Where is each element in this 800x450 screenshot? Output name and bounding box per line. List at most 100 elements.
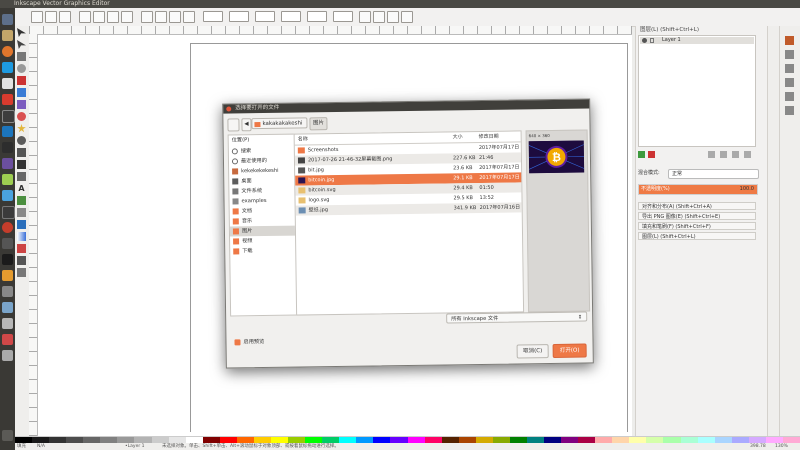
raise-icon[interactable] [155,11,167,23]
libreoffice-impress-launcher-icon[interactable] [2,126,13,137]
snap-guide-icon[interactable] [785,106,794,115]
align-distribute-panel[interactable]: 对齐和分布(A) (Shift+Ctrl+A) [638,202,756,210]
spiral-tool-icon[interactable] [17,136,26,145]
zoom-value[interactable]: 130% [775,443,788,450]
lower-to-bottom-icon[interactable] [183,11,195,23]
amazon-launcher-icon[interactable] [2,270,13,281]
app-launcher-icon[interactable] [2,350,13,361]
file-type-filter[interactable]: 所有 Inkscape 文件 ⇕ [446,311,588,324]
snap-toggle-icon[interactable] [785,36,794,45]
rotate-ccw-icon[interactable] [79,11,91,23]
selector-tool-icon[interactable] [17,28,26,37]
layer-top-icon[interactable] [708,151,715,158]
app-launcher-icon[interactable] [2,302,13,313]
node-tool-icon[interactable] [17,40,26,49]
scale-corners-icon[interactable] [373,11,385,23]
fill-stroke-panel[interactable]: 填充和笔刷(F) (Shift+Ctrl+F) [638,222,756,230]
move-gradients-icon[interactable] [387,11,399,23]
deselect-icon[interactable] [59,11,71,23]
calligraphy-tool-icon[interactable] [17,172,26,181]
snap-bbox-icon[interactable] [785,50,794,59]
app-launcher-icon[interactable] [2,286,13,297]
app-launcher-icon[interactable] [2,158,13,169]
move-patterns-icon[interactable] [401,11,413,23]
ellipse-tool-icon[interactable] [17,112,26,121]
path-current-button[interactable]: 图片 [309,117,328,131]
tweak-tool-icon[interactable] [17,52,26,61]
enable-preview-checkbox[interactable]: 启用预览 [234,338,264,346]
column-size[interactable]: 大小 [453,132,463,142]
lock-ratio-toggle[interactable] [281,11,301,22]
pencil-tool-icon[interactable] [17,148,26,157]
y-field[interactable] [229,11,249,22]
remove-layer-icon[interactable] [648,151,655,158]
mesh-tool-icon[interactable] [17,244,26,253]
units-select[interactable] [333,11,353,22]
app-launcher-icon[interactable] [2,222,13,233]
app-launcher-icon[interactable] [2,318,13,329]
rotate-cw-icon[interactable] [93,11,105,23]
flip-vertical-icon[interactable] [121,11,133,23]
flip-horizontal-icon[interactable] [107,11,119,23]
app-launcher-icon[interactable] [2,190,13,201]
add-layer-icon[interactable] [638,151,645,158]
app-launcher-icon[interactable] [2,94,13,105]
app-launcher-icon[interactable] [2,254,13,265]
app-launcher-icon[interactable] [2,174,13,185]
layer-row[interactable]: Layer 1 [640,37,754,44]
select-all-layers-icon[interactable] [45,11,57,23]
lock-icon[interactable] [650,38,654,43]
snap-paths-icon[interactable] [785,78,794,87]
current-layer[interactable]: •Layer 1 [125,443,145,450]
scale-stroke-icon[interactable] [359,11,371,23]
measure-tool-icon[interactable] [17,76,26,85]
inkscape-launcher-icon[interactable] [2,142,13,153]
gradient-tool-icon[interactable] [17,232,26,241]
layers-panel[interactable]: 图层(L) (Shift+Ctrl+L) [638,232,756,240]
app-launcher-icon[interactable] [2,334,13,345]
raise-to-top-icon[interactable] [141,11,153,23]
path-back-button[interactable]: ◀ [241,118,252,132]
text-tool-icon[interactable]: A [17,184,26,193]
opacity-slider[interactable]: 不透明度(%) 100.0 [638,184,758,195]
column-modified[interactable]: 修改日期 [479,132,499,142]
app-launcher-icon[interactable] [2,238,13,249]
dropper-tool-icon[interactable] [17,256,26,265]
snap-center-icon[interactable] [785,92,794,101]
rectangle-tool-icon[interactable] [17,88,26,97]
zoom-tool-icon[interactable] [17,64,26,73]
layer-bottom-icon[interactable] [744,151,751,158]
eye-icon[interactable] [642,38,647,43]
export-png-panel[interactable]: 导出 PNG 图像(E) (Shift+Ctrl+E) [638,212,756,220]
firefox-launcher-icon[interactable] [2,46,13,57]
pen-tool-icon[interactable] [17,160,26,169]
terminal-launcher-icon[interactable] [2,110,15,123]
blend-mode-select[interactable]: 正常 [668,169,759,179]
trash-launcher-icon[interactable] [2,430,13,441]
chrome-launcher-icon[interactable] [2,62,13,73]
files-launcher-icon[interactable] [2,30,13,41]
path-home-button[interactable]: kakakakakeshi [251,117,308,130]
column-name[interactable]: 名称 [298,134,308,144]
libreoffice-writer-launcher-icon[interactable] [2,78,13,89]
layer-down-icon[interactable] [732,151,739,158]
lower-icon[interactable] [169,11,181,23]
layer-up-icon[interactable] [720,151,727,158]
edit-path-icon[interactable] [227,118,240,132]
x-field[interactable] [203,11,223,22]
star-tool-icon[interactable] [17,124,26,133]
width-field[interactable] [255,11,275,22]
close-icon[interactable] [226,106,232,112]
cancel-button[interactable]: 取消(C) [516,344,549,359]
select-all-icon[interactable] [31,11,43,23]
app-launcher-icon[interactable] [2,206,15,219]
spray-tool-icon[interactable] [17,196,26,205]
3d-box-tool-icon[interactable] [17,100,26,109]
open-button[interactable]: 打开(O) [552,343,587,358]
paint-bucket-tool-icon[interactable] [17,220,26,229]
place-downloads[interactable]: 下载 [230,246,296,257]
snap-nodes-icon[interactable] [785,64,794,73]
dash-launcher-icon[interactable] [2,14,13,25]
height-field[interactable] [307,11,327,22]
eraser-tool-icon[interactable] [17,208,26,217]
